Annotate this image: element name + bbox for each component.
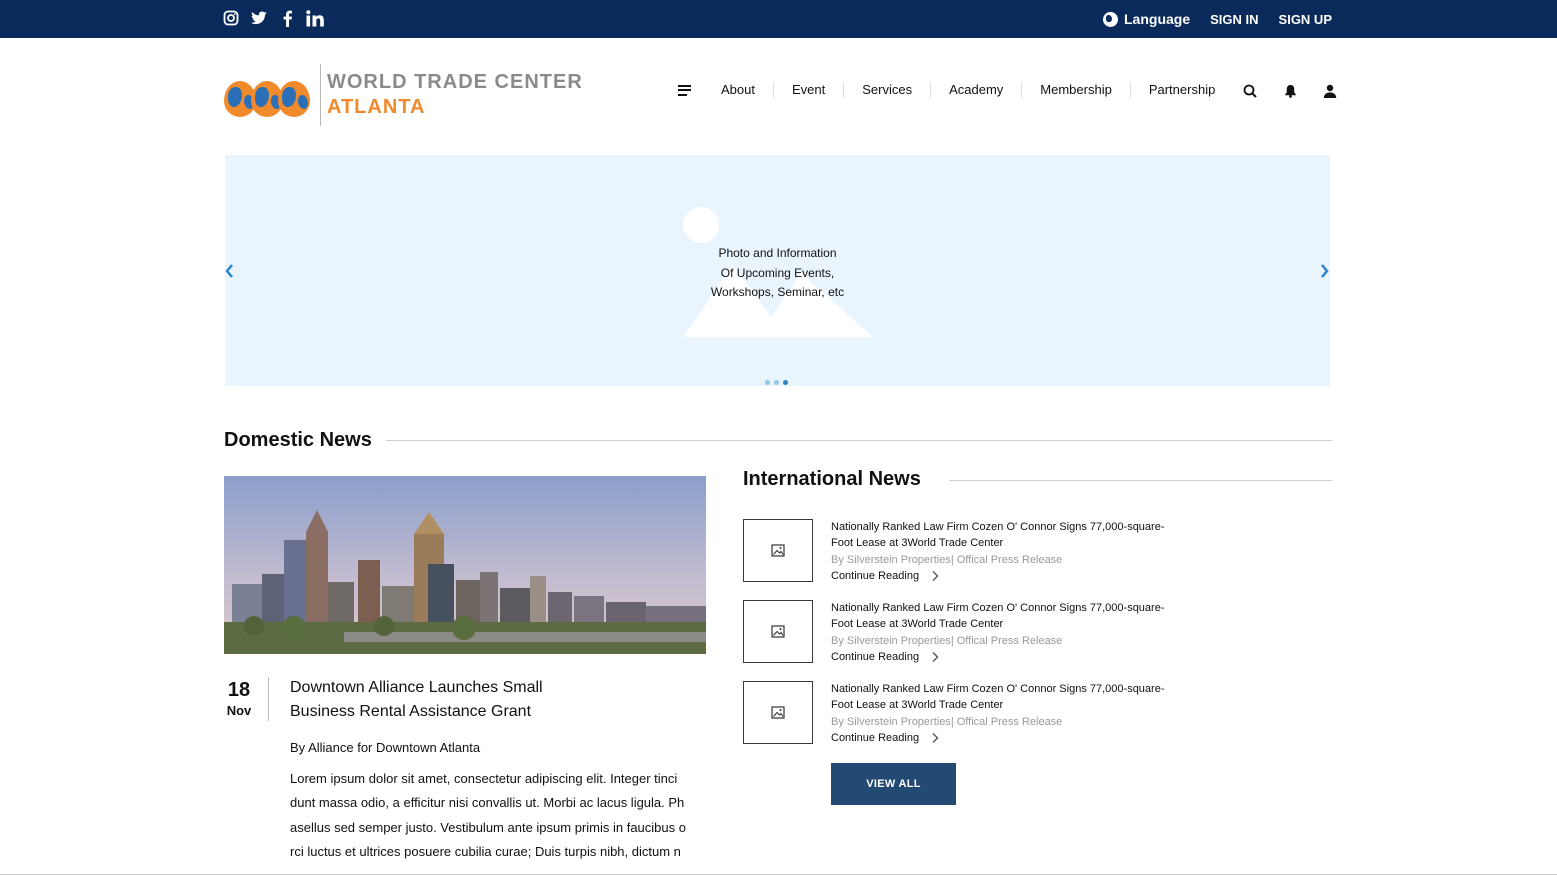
carousel-dot-active[interactable] bbox=[783, 380, 788, 385]
top-bar: Language SIGN IN SIGN UP bbox=[0, 0, 1557, 38]
page-bottom-divider bbox=[0, 874, 1557, 875]
body-line: rci luctus et ultrices posuere cubilia c… bbox=[290, 843, 681, 859]
news-list-item: Nationally Ranked Law Firm Cozen O' Conn… bbox=[743, 600, 1203, 663]
domestic-article-body: Lorem ipsum dolor sit amet, consectetur … bbox=[290, 767, 726, 864]
domestic-article-byline: By Alliance for Downtown Atlanta bbox=[290, 740, 481, 755]
domestic-news-photo[interactable] bbox=[224, 476, 706, 654]
image-placeholder-icon[interactable] bbox=[743, 681, 813, 744]
linkedin-icon[interactable] bbox=[306, 8, 324, 28]
sign-up-link[interactable]: SIGN UP bbox=[1279, 12, 1332, 27]
article-day: 18 bbox=[227, 679, 251, 701]
hero-caption-line-2: Of Upcoming Events, bbox=[720, 265, 835, 280]
domestic-article-title[interactable]: Downtown Alliance Launches Small Busines… bbox=[290, 676, 610, 724]
continue-reading-label: Continue Reading bbox=[831, 569, 920, 582]
facebook-icon[interactable] bbox=[278, 8, 296, 28]
social-links bbox=[222, 8, 324, 28]
nav-event[interactable]: Event bbox=[772, 82, 843, 98]
news-item-source: By Silverstein Properties| Offical Press… bbox=[831, 715, 1063, 728]
image-placeholder-icon[interactable] bbox=[743, 519, 813, 582]
nav-about[interactable]: About bbox=[709, 82, 773, 98]
header-icons bbox=[1242, 83, 1338, 99]
account-links: Language SIGN IN SIGN UP bbox=[1103, 0, 1332, 38]
menu-icon[interactable] bbox=[678, 84, 691, 96]
carousel-dot[interactable] bbox=[765, 380, 770, 385]
language-label: Language bbox=[1124, 11, 1191, 27]
domestic-article-title-line-2: Business Rental Assistance Grant bbox=[290, 703, 532, 720]
chevron-right-icon bbox=[932, 733, 939, 744]
twitter-icon[interactable] bbox=[250, 8, 268, 28]
nav-services[interactable]: Services bbox=[843, 82, 930, 98]
site-logo[interactable]: WORLD TRADE CENTER ATLANTA bbox=[224, 64, 583, 126]
logo-text: WORLD TRADE CENTER ATLANTA bbox=[327, 71, 583, 119]
news-item-title[interactable]: Nationally Ranked Law Firm Cozen O' Conn… bbox=[831, 600, 1201, 633]
article-date: 18 Nov bbox=[224, 679, 254, 718]
continue-reading-link[interactable]: Continue Reading bbox=[831, 649, 1201, 665]
news-item-title[interactable]: Nationally Ranked Law Firm Cozen O' Conn… bbox=[831, 681, 1201, 714]
domestic-news-heading: Domestic News bbox=[224, 429, 372, 451]
hero-carousel: Photo and Information Of Upcoming Events… bbox=[225, 155, 1330, 386]
article-month: Nov bbox=[226, 703, 252, 718]
domestic-news-rule bbox=[386, 440, 1332, 441]
nav-partnership[interactable]: Partnership bbox=[1129, 82, 1233, 98]
international-news-heading: International News bbox=[743, 468, 921, 490]
news-item-title-line-1: Nationally Ranked Law Firm Cozen O' Conn… bbox=[831, 521, 1165, 533]
news-item-title-line-1: Nationally Ranked Law Firm Cozen O' Conn… bbox=[831, 683, 1165, 695]
domestic-article-title-line-1: Downtown Alliance Launches Small bbox=[290, 679, 543, 696]
news-item-source: By Silverstein Properties| Offical Press… bbox=[831, 634, 1063, 647]
body-line: Lorem ipsum dolor sit amet, consectetur … bbox=[290, 771, 678, 786]
news-item-title-line-2: Foot Lease at 3World Trade Center bbox=[831, 618, 1004, 631]
news-item-title[interactable]: Nationally Ranked Law Firm Cozen O' Conn… bbox=[831, 519, 1201, 552]
sign-in-link[interactable]: SIGN IN bbox=[1210, 12, 1258, 27]
logo-line-2: ATLANTA bbox=[327, 96, 426, 118]
globe-logo-icon bbox=[224, 71, 310, 119]
news-item-title-line-2: Foot Lease at 3World Trade Center bbox=[831, 699, 1004, 712]
search-icon[interactable] bbox=[1242, 83, 1258, 99]
news-item-title-line-2: Foot Lease at 3World Trade Center bbox=[831, 537, 1004, 550]
instagram-icon[interactable] bbox=[222, 8, 240, 28]
international-news-rule bbox=[949, 480, 1332, 481]
carousel-dot[interactable] bbox=[774, 380, 779, 385]
carousel-prev-arrow-icon[interactable] bbox=[223, 261, 235, 281]
user-icon[interactable] bbox=[1322, 83, 1338, 99]
bell-icon[interactable] bbox=[1282, 83, 1298, 99]
nav-membership[interactable]: Membership bbox=[1021, 82, 1130, 98]
news-item-text: Nationally Ranked Law Firm Cozen O' Conn… bbox=[831, 681, 1201, 746]
news-item-title-line-1: Nationally Ranked Law Firm Cozen O' Conn… bbox=[831, 602, 1165, 614]
body-line: asellus sed semper justo. Vestibulum ant… bbox=[290, 819, 686, 835]
logo-divider bbox=[320, 64, 321, 126]
chevron-right-icon bbox=[932, 652, 939, 663]
carousel-dots bbox=[765, 380, 788, 385]
image-placeholder-icon[interactable] bbox=[743, 600, 813, 663]
continue-reading-link[interactable]: Continue Reading bbox=[831, 568, 1201, 584]
carousel-next-arrow-icon[interactable] bbox=[1319, 261, 1331, 281]
language-selector[interactable]: Language bbox=[1103, 11, 1190, 27]
logo-line-1: WORLD TRADE CENTER bbox=[327, 71, 583, 93]
hero-caption: Photo and Information Of Upcoming Events… bbox=[665, 244, 890, 303]
date-divider bbox=[268, 677, 269, 721]
city-skyline-image bbox=[224, 476, 706, 654]
nav-academy[interactable]: Academy bbox=[930, 82, 1021, 98]
continue-reading-label: Continue Reading bbox=[831, 731, 920, 744]
continue-reading-link[interactable]: Continue Reading bbox=[831, 730, 1201, 746]
main-nav: About Event Services Academy Membership … bbox=[678, 82, 1233, 98]
news-item-text: Nationally Ranked Law Firm Cozen O' Conn… bbox=[831, 519, 1201, 584]
news-list-item: Nationally Ranked Law Firm Cozen O' Conn… bbox=[743, 519, 1203, 582]
view-all-button[interactable]: VIEW ALL bbox=[831, 763, 956, 805]
news-item-source: By Silverstein Properties| Offical Press… bbox=[831, 553, 1063, 566]
news-list-item: Nationally Ranked Law Firm Cozen O' Conn… bbox=[743, 681, 1203, 744]
chevron-right-icon bbox=[932, 571, 939, 582]
hero-caption-line-1: Photo and Information bbox=[718, 246, 837, 260]
globe-icon bbox=[1103, 11, 1118, 27]
news-item-text: Nationally Ranked Law Firm Cozen O' Conn… bbox=[831, 600, 1201, 665]
hero-caption-line-3: Workshops, Seminar, etc bbox=[710, 285, 845, 299]
placeholder-sun bbox=[683, 207, 719, 243]
body-line: dunt massa odio, a efficitur nisi conval… bbox=[290, 795, 685, 811]
continue-reading-label: Continue Reading bbox=[831, 650, 920, 663]
